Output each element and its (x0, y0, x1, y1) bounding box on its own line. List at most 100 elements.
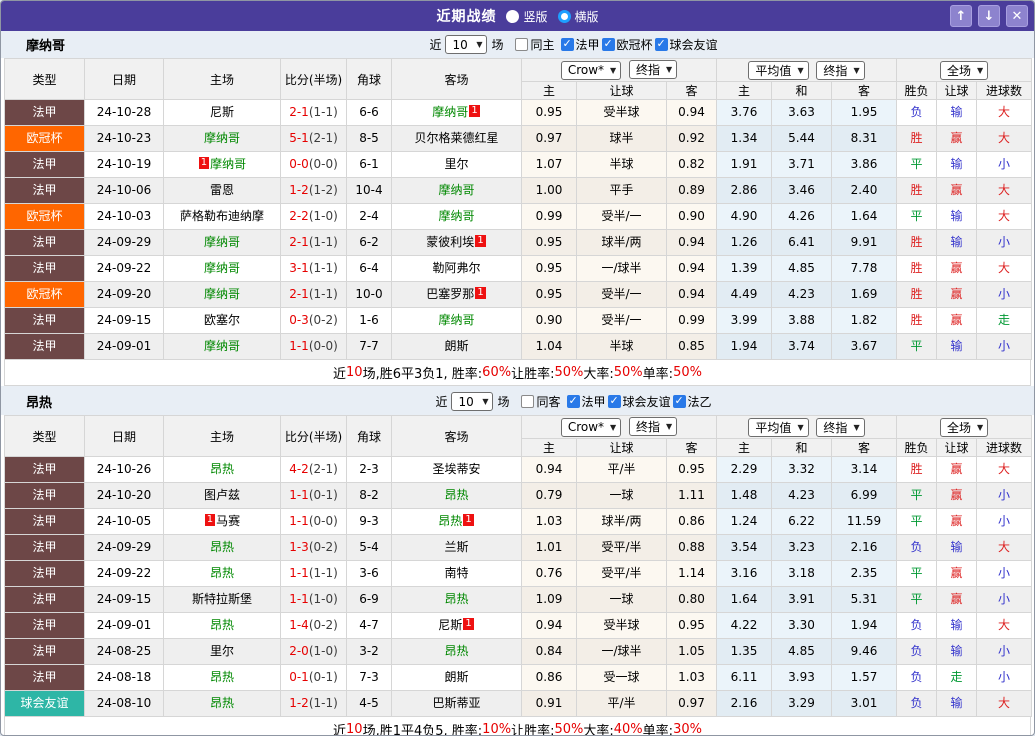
avg-final-select[interactable]: 终指 ▼ (816, 60, 865, 80)
summary-segment: 50% (554, 365, 584, 380)
result-handicap-cell: 赢 (936, 482, 978, 509)
match-row: 欧冠杯 24-10-23 摩纳哥 5-1(2-1) 8-5 贝尔格莱德红星 0.97 球半 0.… (4, 125, 1033, 152)
avg-home-cell: 3.99 (716, 307, 773, 334)
subcol-goals: 进球数 (976, 81, 1033, 100)
odds-final-value: 终指 (636, 63, 661, 78)
summary-segment: 50% (554, 722, 584, 736)
avg-away-cell: 1.57 (831, 664, 898, 691)
odds-final-select[interactable]: 终指 ▼ (629, 60, 678, 80)
checkbox-icon[interactable] (654, 37, 668, 51)
avg-away-cell: 9.46 (831, 638, 898, 665)
match-date-cell: 24-08-25 (84, 638, 164, 665)
league-filter-friendly[interactable]: 球会友谊 (607, 393, 671, 410)
odds-source-select[interactable]: Crow* ▼ (560, 60, 622, 80)
fulltime-score: 0-0 (289, 157, 309, 171)
team-name: 勒阿弗尔 (432, 261, 481, 275)
move-down-button[interactable]: ↓ (978, 5, 1000, 27)
subcol-odds-away: 客 (665, 438, 718, 457)
match-type-cell: 法甲 (4, 560, 85, 587)
result-handicap-cell: 赢 (936, 456, 978, 483)
radio-label-vertical: 竖版 (523, 9, 548, 24)
league-label: 球会友谊 (669, 38, 718, 52)
match-date-cell: 24-09-15 (84, 307, 164, 334)
summary-segment: 场,胜6平3负1, 胜率: (362, 367, 483, 382)
result-handicap-cell: 赢 (936, 586, 978, 613)
checkbox-icon[interactable] (515, 38, 529, 51)
layout-radio-vertical[interactable]: 竖版 (506, 8, 548, 25)
col-header-date: 日期 (84, 58, 164, 100)
corner-cell: 3-2 (346, 638, 392, 665)
checkbox-icon[interactable] (672, 394, 686, 408)
odds-away-cell: 0.94 (665, 255, 718, 282)
halftime-score: (1-1) (308, 287, 338, 301)
layout-radio-horizontal[interactable]: 横版 (557, 8, 599, 25)
avg-home-cell: 2.16 (716, 690, 773, 717)
subcol-avg-away: 客 (831, 438, 898, 457)
team-name: 昂热 (438, 514, 463, 528)
halftime-score: (0-0) (308, 514, 338, 528)
league-filter-ucl[interactable]: 欧冠杯 (601, 36, 653, 53)
fulltime-select[interactable]: 全场 ▼ (939, 60, 989, 80)
handicap-cell: 半球 (576, 151, 667, 178)
corner-cell: 7-3 (346, 664, 392, 691)
avg-draw-cell: 3.30 (771, 612, 833, 639)
recent-count-select[interactable]: 10 ▼ (451, 392, 494, 411)
avg-source-select[interactable]: 平均值 ▼ (748, 60, 809, 80)
score-cell: 4-2(2-1) (280, 456, 347, 483)
chevron-down-icon: ▼ (610, 65, 617, 75)
odds-away-cell: 0.97 (665, 690, 718, 717)
odds-source-value: Crow* (567, 63, 605, 78)
avg-away-cell: 2.16 (831, 534, 898, 561)
odds-home-cell: 1.00 (521, 177, 577, 204)
corner-cell: 8-2 (346, 482, 392, 509)
team-name: 马赛 (216, 514, 241, 528)
home-team-cell: 1 摩纳哥 (163, 151, 281, 178)
halftime-score: (0-2) (308, 618, 338, 632)
chevron-down-icon: ▼ (976, 65, 984, 75)
odds-final-select[interactable]: 终指 ▼ (629, 417, 678, 437)
corner-cell: 6-9 (346, 586, 392, 613)
league-filter-ligue2[interactable]: 法乙 (672, 393, 712, 410)
close-button[interactable]: ✕ (1006, 5, 1028, 27)
checkbox-icon[interactable] (560, 37, 574, 51)
same-away-filter[interactable]: 同客 (521, 393, 561, 410)
away-team-cell: 昂热 (391, 638, 522, 665)
same-home-filter[interactable]: 同主 (515, 36, 555, 53)
handicap-cell: 一/球半 (576, 638, 667, 665)
team-name: 昂热 (209, 670, 234, 684)
subcol-odds-home: 主 (521, 438, 577, 457)
odds-group-header: Crow* ▼ 终指 ▼ (520, 58, 718, 82)
league-filter-ligue1[interactable]: 法甲 (560, 36, 600, 53)
team-name: 斯特拉斯堡 (191, 592, 252, 606)
recent-count-value: 10 (458, 394, 474, 409)
result-handicap-cell: 输 (936, 690, 978, 717)
league-filter-friendly[interactable]: 球会友谊 (654, 36, 718, 53)
checkbox-icon[interactable] (521, 395, 535, 408)
halftime-score: (0-0) (308, 157, 338, 171)
result-wdl-cell: 负 (896, 534, 938, 561)
radio-unselected-icon (506, 9, 520, 23)
halftime-score: (2-1) (308, 462, 338, 476)
checkbox-icon[interactable] (607, 394, 621, 408)
avg-away-cell: 9.91 (831, 229, 898, 256)
checkbox-icon[interactable] (566, 394, 580, 408)
avg-source-select[interactable]: 平均值 ▼ (748, 417, 809, 437)
fulltime-select[interactable]: 全场 ▼ (939, 417, 989, 437)
recent-count-select[interactable]: 10 ▼ (445, 35, 488, 54)
match-type-cell: 法甲 (4, 99, 85, 126)
avg-final-select[interactable]: 终指 ▼ (816, 417, 865, 437)
avg-home-cell: 3.76 (716, 99, 773, 126)
match-date-cell: 24-10-19 (84, 151, 164, 178)
move-up-button[interactable]: ↑ (950, 5, 972, 27)
avg-home-cell: 1.26 (716, 229, 773, 256)
result-wdl-cell: 胜 (896, 255, 938, 282)
team-name: 贝尔格莱德红星 (414, 131, 499, 145)
odds-source-value: Crow* (567, 420, 605, 435)
handicap-cell: 一球 (576, 482, 667, 509)
home-team-cell: 1 马赛 (163, 508, 281, 535)
result-wdl-cell: 负 (896, 664, 938, 691)
checkbox-icon[interactable] (601, 37, 615, 51)
league-filter-ligue1[interactable]: 法甲 (566, 393, 606, 410)
match-row: 法甲 24-09-01 昂热 1-4(0-2) 4-7 尼斯 1 0.94 受半球 0.95 4.2… (4, 612, 1033, 639)
odds-source-select[interactable]: Crow* ▼ (560, 417, 622, 437)
